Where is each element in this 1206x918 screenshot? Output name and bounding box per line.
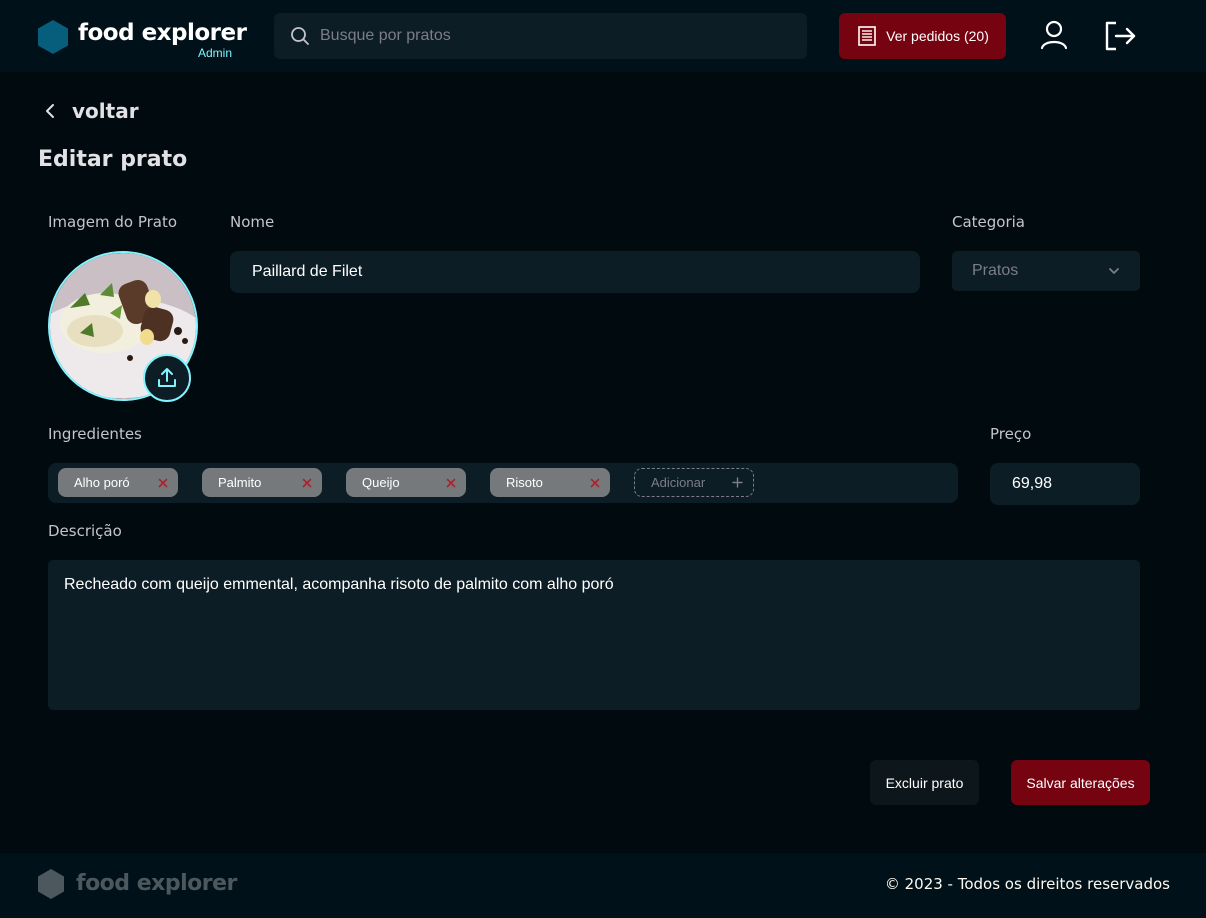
user-icon[interactable] (1038, 18, 1070, 54)
back-label: voltar (72, 99, 139, 123)
description-field[interactable]: Recheado com queijo emmental, acompanha … (48, 560, 1140, 710)
image-label: Imagem do Prato (48, 213, 178, 231)
search-bar[interactable] (274, 13, 807, 59)
admin-badge: Admin (198, 46, 233, 60)
view-orders-button[interactable]: Ver pedidos (20) (839, 13, 1006, 59)
ingredient-label: Alho poró (74, 475, 130, 490)
hexagon-logo-icon (38, 869, 64, 899)
receipt-icon (858, 26, 876, 46)
name-field[interactable] (230, 251, 920, 293)
app-header: food explorer Admin Ver pedidos (20) (0, 0, 1206, 72)
close-icon[interactable] (302, 478, 312, 488)
view-orders-label: Ver pedidos (20) (886, 28, 989, 44)
ingredient-tag: Risoto (490, 468, 610, 497)
name-label: Nome (230, 213, 275, 231)
upload-icon (158, 368, 176, 387)
sign-out-icon[interactable] (1102, 18, 1138, 54)
ingredient-label: Queijo (362, 475, 400, 490)
upload-image-button[interactable] (143, 354, 191, 402)
back-link[interactable]: voltar (42, 96, 139, 126)
page-title: Editar prato (38, 147, 188, 172)
price-input[interactable] (990, 463, 1140, 505)
delete-dish-button[interactable]: Excluir prato (870, 760, 979, 805)
app-footer: food explorer © 2023 - Todos os direitos… (0, 853, 1206, 918)
save-changes-button[interactable]: Salvar alterações (1011, 760, 1150, 805)
price-label: Preço (990, 425, 1032, 443)
close-icon[interactable] (590, 478, 600, 488)
ingredient-tag: Queijo (346, 468, 466, 497)
add-ingredient-input[interactable]: Adicionar (634, 468, 754, 497)
ingredient-tag: Palmito (202, 468, 322, 497)
price-field[interactable] (990, 463, 1140, 505)
brand-name: food explorer (78, 20, 247, 46)
plus-icon[interactable] (732, 477, 743, 488)
search-icon (291, 27, 309, 45)
description-label: Descrição (48, 522, 122, 540)
ingredients-label: Ingredientes (48, 425, 142, 443)
description-textarea[interactable]: Recheado com queijo emmental, acompanha … (48, 560, 1140, 710)
close-icon[interactable] (158, 478, 168, 488)
category-label: Categoria (952, 213, 1026, 231)
chevron-left-icon (46, 104, 54, 118)
category-select[interactable]: Pratos (952, 251, 1140, 291)
hexagon-logo-icon (38, 20, 68, 54)
ingredients-field: Alho poró Palmito Queijo Risoto Adiciona… (48, 463, 958, 503)
ingredient-label: Palmito (218, 475, 262, 490)
search-input[interactable] (320, 13, 790, 59)
chevron-down-icon (1109, 268, 1119, 274)
ingredient-label: Risoto (506, 475, 543, 490)
ingredient-tag: Alho poró (58, 468, 178, 497)
footer-brand-name: food explorer (76, 871, 237, 896)
add-ingredient-placeholder: Adicionar (651, 475, 706, 490)
close-icon[interactable] (446, 478, 456, 488)
copyright-text: © 2023 - Todos os direitos reservados (884, 875, 1170, 893)
name-input[interactable] (230, 251, 920, 293)
category-value: Pratos (972, 262, 1019, 279)
